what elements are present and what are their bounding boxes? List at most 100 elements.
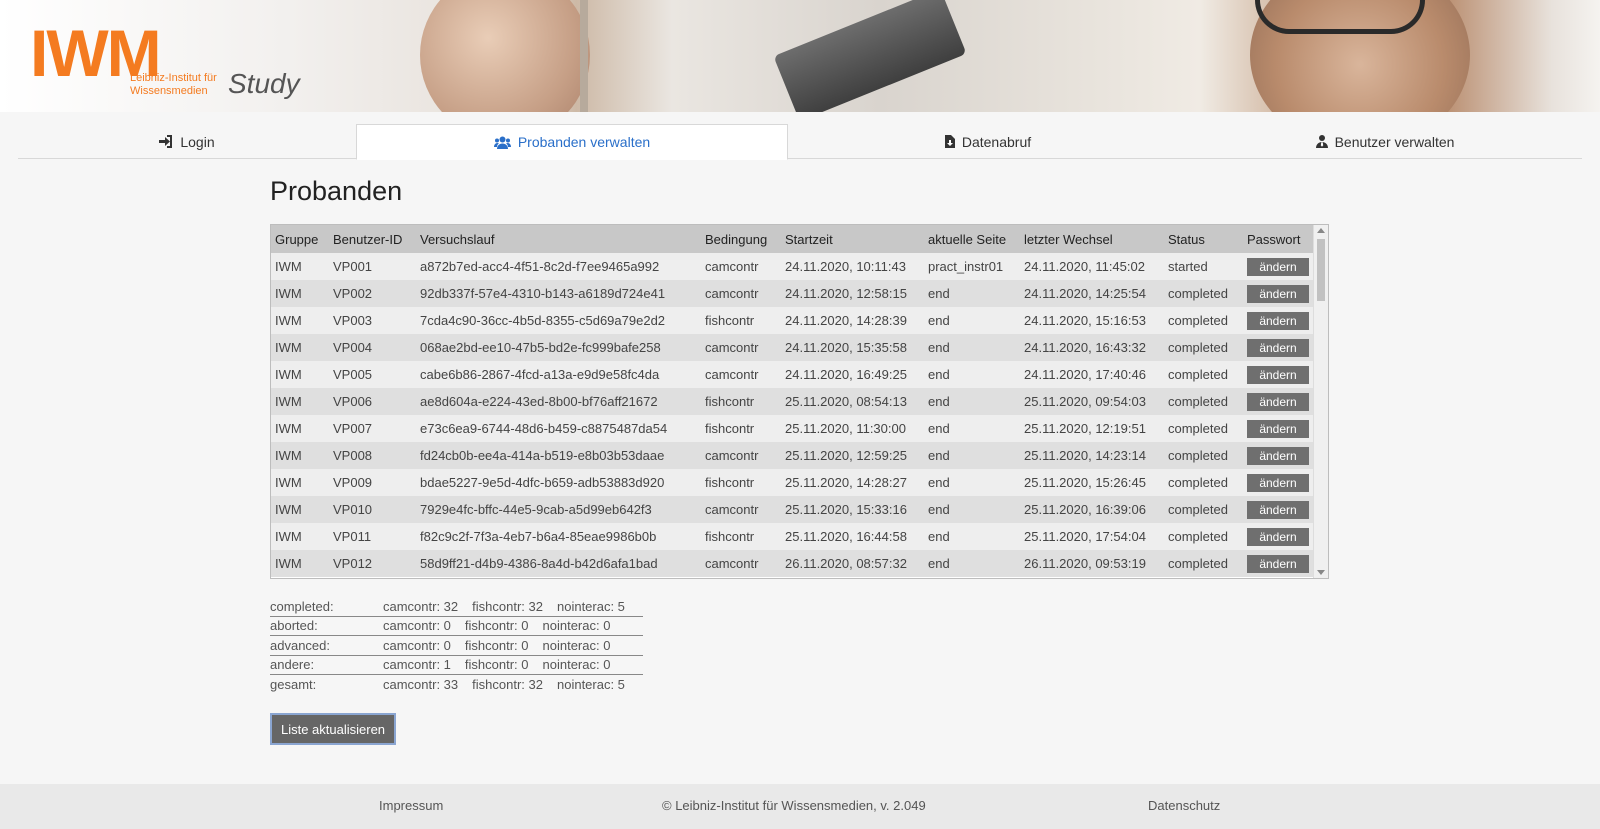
file-download-icon (944, 135, 955, 148)
column-header[interactable]: Startzeit (781, 225, 924, 253)
change-password-button[interactable]: ändern (1247, 311, 1309, 330)
column-header[interactable]: Bedingung (701, 225, 781, 253)
table-cell: fishcontr (701, 469, 781, 496)
table-cell: end (924, 388, 1020, 415)
change-password-button[interactable]: ändern (1247, 257, 1309, 276)
summary-row: completed: camcontr: 32 fishcontr: 32 noint… (270, 597, 643, 617)
banner-photo-laptop (773, 0, 967, 112)
change-password-button[interactable]: ändern (1247, 419, 1309, 438)
change-password-button[interactable]: ändern (1247, 473, 1309, 492)
footer: Impressum © Leibniz-Institut für Wissens… (0, 784, 1600, 829)
summary-value: nointerac: 5 (556, 677, 625, 693)
page-title: Probanden (270, 176, 403, 206)
tab-login-label: Login (180, 133, 215, 150)
password-cell: ändern (1243, 550, 1314, 577)
table-row[interactable]: IWM VP012 58d9ff21-d4b9-4386-8a4d-b42d6afa… (271, 550, 1314, 577)
table-cell: 24.11.2020, 14:25:54 (1020, 280, 1164, 307)
table-cell: completed (1164, 415, 1243, 442)
change-password-button[interactable]: ändern (1247, 392, 1309, 411)
column-header[interactable]: Gruppe (271, 225, 329, 253)
password-cell: ändern (1243, 496, 1314, 523)
status-summary: completed: camcontr: 32 fishcontr: 32 noint… (270, 597, 643, 695)
column-header[interactable]: letzter Wechsel (1020, 225, 1164, 253)
summary-row: andere: camcontr: 1 fishcontr: 0 nointerac:… (270, 656, 643, 675)
tab-datenabruf[interactable]: Datenabruf (788, 124, 1188, 159)
change-password-button[interactable]: ändern (1247, 365, 1309, 384)
table-body: IWM VP001 a872b7ed-acc4-4f51-8c2d-f7ee9465… (271, 253, 1314, 577)
table-cell: 25.11.2020, 16:39:06 (1020, 496, 1164, 523)
table-cell: completed (1164, 280, 1243, 307)
change-password-button[interactable]: ändern (1247, 554, 1309, 573)
change-password-button[interactable]: ändern (1247, 446, 1309, 465)
table-cell: a872b7ed-acc4-4f51-8c2d-f7ee9465a992 (416, 253, 701, 280)
table-cell: 25.11.2020, 15:26:45 (1020, 469, 1164, 496)
header-banner: IWM Leibniz-Institut für Wissensmedien S… (0, 0, 1600, 112)
change-password-button[interactable]: ändern (1247, 338, 1309, 357)
column-header[interactable]: Passwort (1243, 225, 1314, 253)
table-row[interactable]: IWM VP006 ae8d604a-e224-43ed-8b00-bf76aff2… (271, 388, 1314, 415)
table-cell: IWM (271, 523, 329, 550)
password-cell: ändern (1243, 523, 1314, 550)
scroll-up-icon[interactable] (1317, 228, 1325, 233)
summary-value: fishcontr: 0 (464, 637, 529, 653)
table-cell: e73c6ea9-6744-48d6-b459-c8875487da54 (416, 415, 701, 442)
table-cell: VP006 (329, 388, 416, 415)
column-header[interactable]: Status (1164, 225, 1243, 253)
table-cell: camcontr (701, 280, 781, 307)
table-cell: VP009 (329, 469, 416, 496)
datenschutz-link[interactable]: Datenschutz (1148, 798, 1220, 813)
table-row[interactable]: IWM VP007 e73c6ea9-6744-48d6-b459-c8875487… (271, 415, 1314, 442)
table-row[interactable]: IWM VP002 92db337f-57e4-4310-b143-a6189d72… (271, 280, 1314, 307)
table-cell: camcontr (701, 361, 781, 388)
table-cell: camcontr (701, 334, 781, 361)
table-header-row: Gruppe Benutzer-ID Versuchslauf Bedingun… (271, 225, 1314, 253)
table-cell: IWM (271, 388, 329, 415)
table-scrollbar[interactable] (1313, 225, 1328, 578)
table-row[interactable]: IWM VP005 cabe6b86-2867-4fcd-a13a-e9d9e58f… (271, 361, 1314, 388)
refresh-list-button[interactable]: Liste aktualisieren (270, 713, 396, 745)
password-cell: ändern (1243, 280, 1314, 307)
summary-values: camcontr: 0 fishcontr: 0 nointerac: 0 (383, 618, 624, 633)
table-cell: end (924, 361, 1020, 388)
change-password-button[interactable]: ändern (1247, 527, 1309, 546)
table-cell: VP012 (329, 550, 416, 577)
table-cell: 25.11.2020, 14:28:27 (781, 469, 924, 496)
impressum-link[interactable]: Impressum (379, 798, 443, 813)
tab-login[interactable]: Login (18, 124, 356, 159)
table-row[interactable]: IWM VP004 068ae2bd-ee10-47b5-bd2e-fc999baf… (271, 334, 1314, 361)
summary-value: fishcontr: 32 (472, 598, 543, 614)
table-cell: camcontr (701, 253, 781, 280)
scroll-down-icon[interactable] (1317, 570, 1325, 575)
table-cell: fishcontr (701, 388, 781, 415)
table-row[interactable]: IWM VP010 7929e4fc-bffc-44e5-9cab-a5d99eb6… (271, 496, 1314, 523)
table-row[interactable]: IWM VP009 bdae5227-9e5d-4dfc-b659-adb53883… (271, 469, 1314, 496)
table-cell: VP003 (329, 307, 416, 334)
table-cell: 25.11.2020, 12:19:51 (1020, 415, 1164, 442)
tab-benutzer-verwalten[interactable]: Benutzer verwalten (1188, 124, 1582, 159)
table-row[interactable]: IWM VP001 a872b7ed-acc4-4f51-8c2d-f7ee9465… (271, 253, 1314, 280)
table-cell: camcontr (701, 442, 781, 469)
change-password-button[interactable]: ändern (1247, 500, 1309, 519)
column-header[interactable]: Versuchslauf (416, 225, 701, 253)
table-row[interactable]: IWM VP008 fd24cb0b-ee4a-414a-b519-e8b03b53… (271, 442, 1314, 469)
table-cell: IWM (271, 361, 329, 388)
table-cell: completed (1164, 442, 1243, 469)
table-cell: IWM (271, 415, 329, 442)
table-cell: 26.11.2020, 09:53:19 (1020, 550, 1164, 577)
summary-value: camcontr: 0 (383, 637, 451, 653)
probanden-table-container: Gruppe Benutzer-ID Versuchslauf Bedingun… (270, 224, 1329, 579)
table-cell: 7cda4c90-36cc-4b5d-8355-c5d69a79e2d2 (416, 307, 701, 334)
column-header[interactable]: aktuelle Seite (924, 225, 1020, 253)
change-password-button[interactable]: ändern (1247, 284, 1309, 303)
table-cell: end (924, 415, 1020, 442)
summary-label: advanced: (270, 637, 330, 653)
column-header[interactable]: Benutzer-ID (329, 225, 416, 253)
table-cell: 24.11.2020, 11:45:02 (1020, 253, 1164, 280)
summary-label: completed: (270, 598, 334, 614)
password-cell: ändern (1243, 442, 1314, 469)
summary-value: camcontr: 0 (383, 618, 451, 634)
tab-probanden-verwalten[interactable]: Probanden verwalten (356, 124, 788, 160)
scrollbar-thumb[interactable] (1317, 239, 1325, 301)
table-row[interactable]: IWM VP003 7cda4c90-36cc-4b5d-8355-c5d69a79… (271, 307, 1314, 334)
table-row[interactable]: IWM VP011 f82c9c2f-7f3a-4eb7-b6a4-85eae998… (271, 523, 1314, 550)
